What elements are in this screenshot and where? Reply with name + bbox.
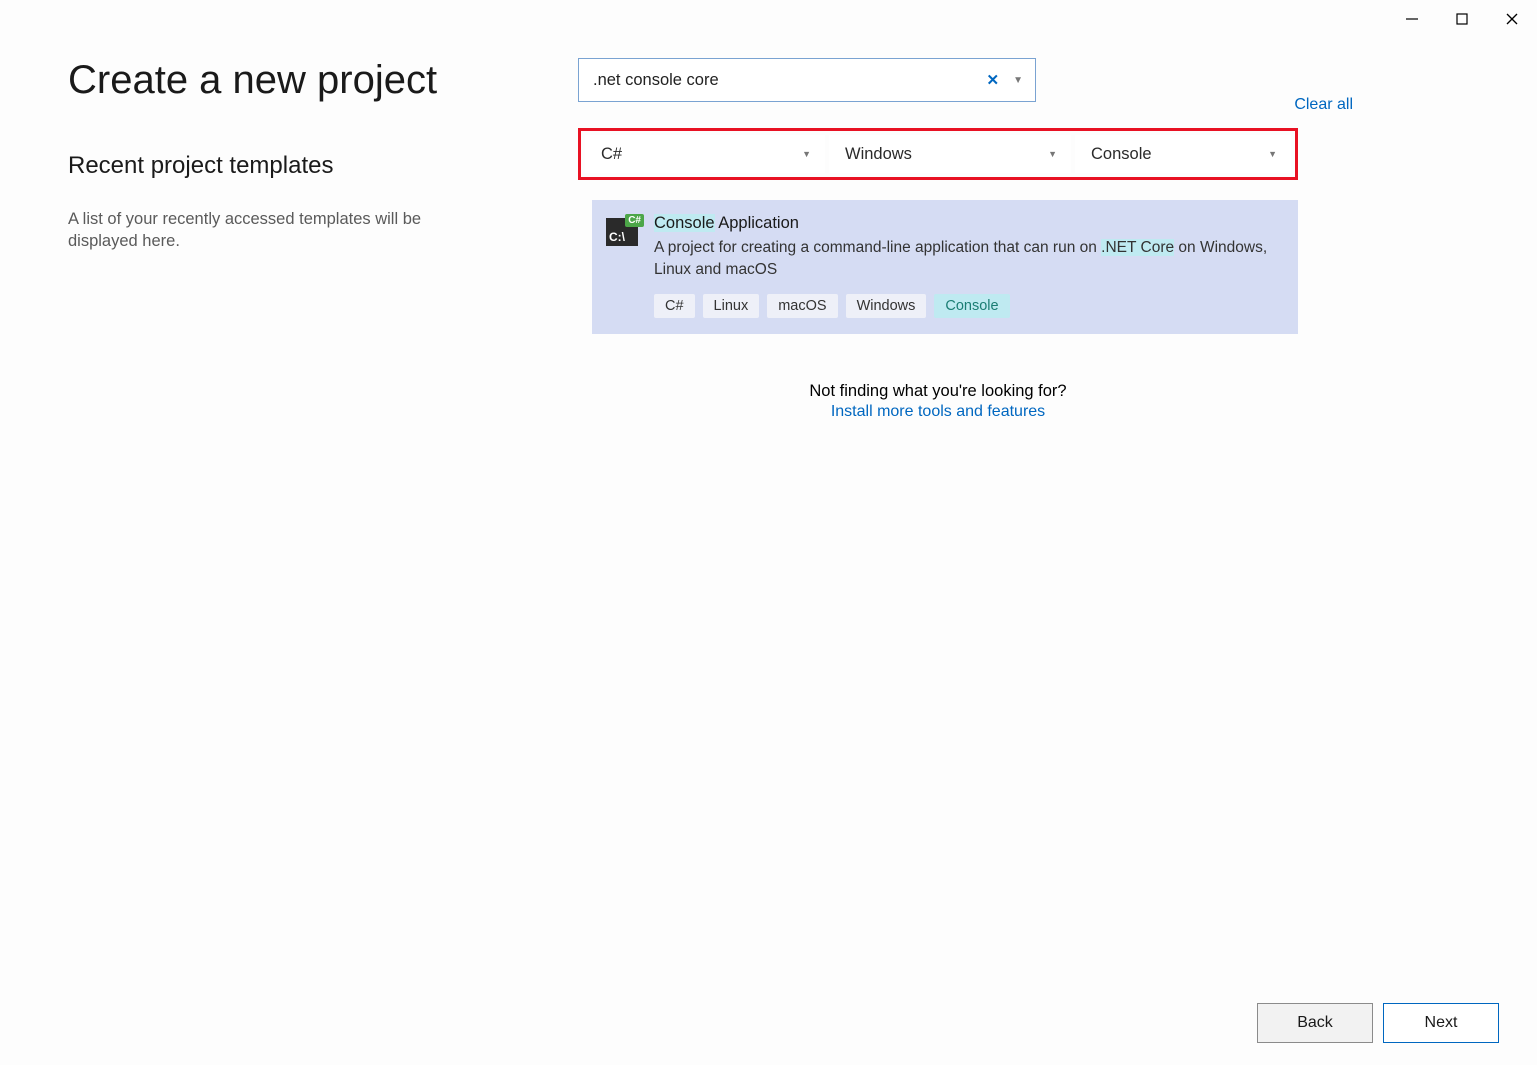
template-tags: C# Linux macOS Windows Console bbox=[654, 294, 1280, 318]
tag: Windows bbox=[846, 294, 927, 318]
window-controls bbox=[1387, 0, 1537, 38]
page-title: Create a new project bbox=[68, 58, 538, 102]
platform-filter[interactable]: Windows ▼ bbox=[829, 135, 1071, 173]
tag: C# bbox=[654, 294, 695, 318]
project-type-filter[interactable]: Console ▼ bbox=[1075, 135, 1291, 173]
back-button[interactable]: Back bbox=[1257, 1003, 1373, 1043]
recent-templates-desc: A list of your recently accessed templat… bbox=[68, 208, 428, 253]
clear-all-link[interactable]: Clear all bbox=[1294, 96, 1353, 114]
project-type-filter-label: Console bbox=[1091, 145, 1152, 164]
next-button[interactable]: Next bbox=[1383, 1003, 1499, 1043]
template-result[interactable]: C:\ C# Console Application A project for… bbox=[592, 200, 1298, 334]
chevron-down-icon: ▼ bbox=[802, 149, 811, 159]
tag: macOS bbox=[767, 294, 837, 318]
chevron-down-icon: ▼ bbox=[1048, 149, 1057, 159]
template-title: Console Application bbox=[654, 214, 1280, 233]
platform-filter-label: Windows bbox=[845, 145, 912, 164]
close-button[interactable] bbox=[1487, 0, 1537, 38]
search-dropdown-icon[interactable]: ▼ bbox=[1005, 75, 1031, 86]
search-box[interactable]: ✕ ▼ bbox=[578, 58, 1036, 102]
minimize-button[interactable] bbox=[1387, 0, 1437, 38]
console-app-icon: C:\ C# bbox=[606, 218, 640, 252]
maximize-button[interactable] bbox=[1437, 0, 1487, 38]
tag: Console bbox=[934, 294, 1009, 318]
recent-templates-title: Recent project templates bbox=[68, 152, 538, 180]
install-tools-link[interactable]: Install more tools and features bbox=[831, 403, 1045, 420]
tag: Linux bbox=[703, 294, 760, 318]
language-filter[interactable]: C# ▼ bbox=[585, 135, 825, 173]
language-filter-label: C# bbox=[601, 145, 622, 164]
template-description: A project for creating a command-line ap… bbox=[654, 237, 1280, 282]
search-input[interactable] bbox=[593, 71, 981, 90]
chevron-down-icon: ▼ bbox=[1268, 149, 1277, 159]
not-finding-text: Not finding what you're looking for? bbox=[578, 382, 1298, 401]
filter-row-highlight: C# ▼ Windows ▼ Console ▼ bbox=[578, 128, 1298, 180]
clear-search-icon[interactable]: ✕ bbox=[981, 71, 1006, 89]
